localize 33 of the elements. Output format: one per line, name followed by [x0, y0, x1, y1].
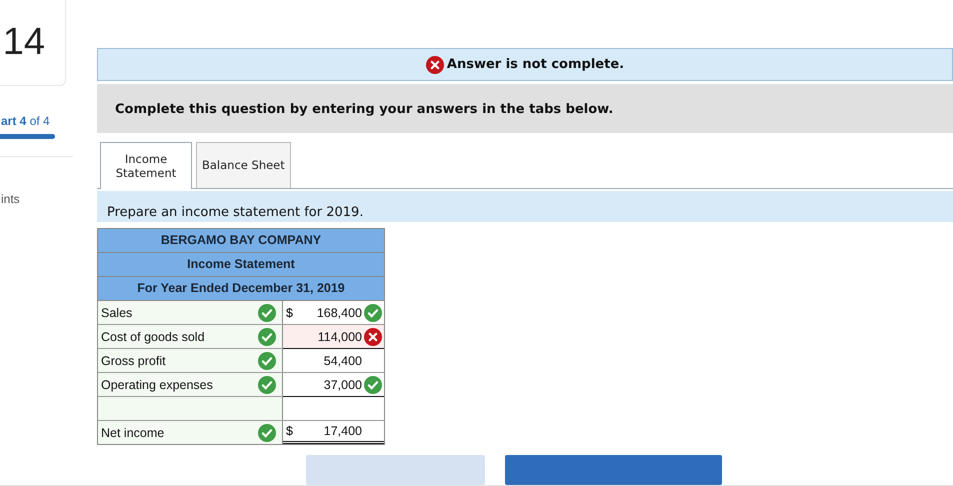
statement-heading: For Year Ended December 31, 2019 [98, 277, 384, 302]
field-value: 54,400 [322, 354, 362, 368]
currency-sign: $ [286, 424, 294, 438]
field-value: 37,000 [322, 378, 362, 392]
answer-field[interactable]: Net income [98, 421, 283, 444]
answer-field[interactable] [98, 397, 283, 420]
answer-field[interactable]: Sales [98, 301, 283, 324]
question-number: 14 [2, 21, 45, 64]
field-value: 17,400 [322, 424, 362, 438]
field-value: Cost of goods sold [101, 330, 205, 344]
statement-heading: Income Statement [98, 253, 384, 278]
field-value: Gross profit [101, 354, 166, 368]
field-value: Sales [101, 306, 132, 320]
instructions-text: Complete this question by entering your answers in the tabs below. [115, 102, 614, 118]
answer-field[interactable]: Operating expenses [98, 373, 283, 396]
field-value: 168,400 [316, 306, 362, 320]
answer-field[interactable]: Gross profit [98, 349, 283, 372]
field-value: 114,000 [316, 330, 362, 344]
feedback-message: Answer is not complete. [446, 57, 624, 72]
answer-field[interactable]: 37,000 [283, 373, 384, 398]
part-label: art 4 of 4 [1, 114, 51, 128]
tab[interactable]: Income Statement [100, 142, 192, 189]
prompt-text: Prepare an income statement for 2019. [107, 204, 364, 220]
currency-sign: $ [286, 306, 294, 320]
points-label: ints [1, 192, 21, 206]
answer-field[interactable]: 114,000 [283, 325, 384, 350]
answer-field[interactable]: Cost of goods sold [98, 325, 283, 348]
progress-bar [0, 134, 55, 139]
statement-heading: BERGAMO BAY COMPANY [98, 229, 384, 254]
field-value: Net income [101, 426, 164, 440]
tab[interactable]: Balance Sheet [196, 142, 291, 188]
field-value: Operating expenses [101, 378, 213, 392]
answer-field[interactable]: $ 168,400 [283, 301, 384, 324]
